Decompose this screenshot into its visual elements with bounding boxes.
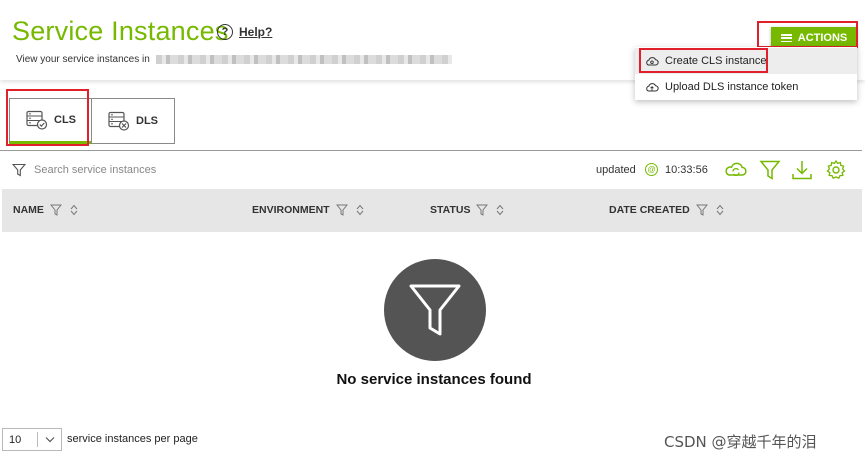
chevron-down-icon[interactable] xyxy=(38,436,61,443)
help-icon[interactable]: ? xyxy=(217,24,233,40)
help-group[interactable]: ? Help? xyxy=(217,24,272,40)
tab-dls[interactable]: DLS xyxy=(91,98,175,144)
page-subtitle: View your service instances in xyxy=(16,54,452,65)
table-toolbar: updated @ 10:33:56 xyxy=(0,150,862,188)
search-input[interactable] xyxy=(34,160,334,180)
filter-icon xyxy=(409,284,461,336)
filter-icon[interactable] xyxy=(49,204,62,216)
sort-icon[interactable] xyxy=(714,204,726,216)
settings-gear-icon[interactable] xyxy=(824,159,848,181)
column-label: NAME xyxy=(13,204,44,216)
table-header: NAME ENVIRONMENT STATUS DATE CREATED xyxy=(2,189,862,232)
filter-toggle-icon[interactable] xyxy=(758,159,782,181)
updated-label: updated xyxy=(596,164,636,176)
column-label: DATE CREATED xyxy=(609,204,690,216)
per-page-label: service instances per page xyxy=(67,433,198,445)
per-page-value: 10 xyxy=(9,433,22,446)
help-link[interactable]: Help? xyxy=(239,25,272,39)
column-label: STATUS xyxy=(430,204,471,216)
clock-icon: @ xyxy=(645,163,658,176)
column-header-environment[interactable]: ENVIRONMENT xyxy=(252,204,366,216)
sort-icon[interactable] xyxy=(494,204,506,216)
tab-dls-label: DLS xyxy=(136,115,158,127)
download-icon[interactable] xyxy=(790,159,814,181)
empty-state-message: No service instances found xyxy=(336,371,532,388)
create-cls-highlight-box xyxy=(639,48,768,73)
server-x-icon xyxy=(108,111,130,131)
actions-highlight-box xyxy=(757,21,858,48)
column-header-name[interactable]: NAME xyxy=(13,204,80,216)
filter-icon[interactable] xyxy=(695,204,708,216)
per-page-select[interactable]: 10 xyxy=(2,428,62,451)
empty-state-badge xyxy=(384,259,486,361)
filter-icon[interactable] xyxy=(12,163,26,177)
menu-item-upload-dls[interactable]: Upload DLS instance token xyxy=(635,74,857,100)
updated-time: 10:33:56 xyxy=(665,164,708,176)
sort-icon[interactable] xyxy=(354,204,366,216)
column-header-status[interactable]: STATUS xyxy=(430,204,506,216)
filter-icon[interactable] xyxy=(335,204,348,216)
column-label: ENVIRONMENT xyxy=(252,204,330,216)
redacted-org-name xyxy=(155,55,452,64)
column-header-date-created[interactable]: DATE CREATED xyxy=(609,204,726,216)
subtitle-text: View your service instances in xyxy=(16,54,150,65)
sort-icon[interactable] xyxy=(68,204,80,216)
cloud-upload-icon xyxy=(646,83,659,92)
refresh-cloud-icon[interactable] xyxy=(724,159,748,181)
menu-item-label: Upload DLS instance token xyxy=(665,81,799,93)
watermark-text: CSDN @穿越千年的泪 xyxy=(664,433,817,451)
page-title: Service Instances xyxy=(12,16,229,46)
filter-icon[interactable] xyxy=(476,204,489,216)
cls-tab-highlight-box xyxy=(6,89,89,146)
